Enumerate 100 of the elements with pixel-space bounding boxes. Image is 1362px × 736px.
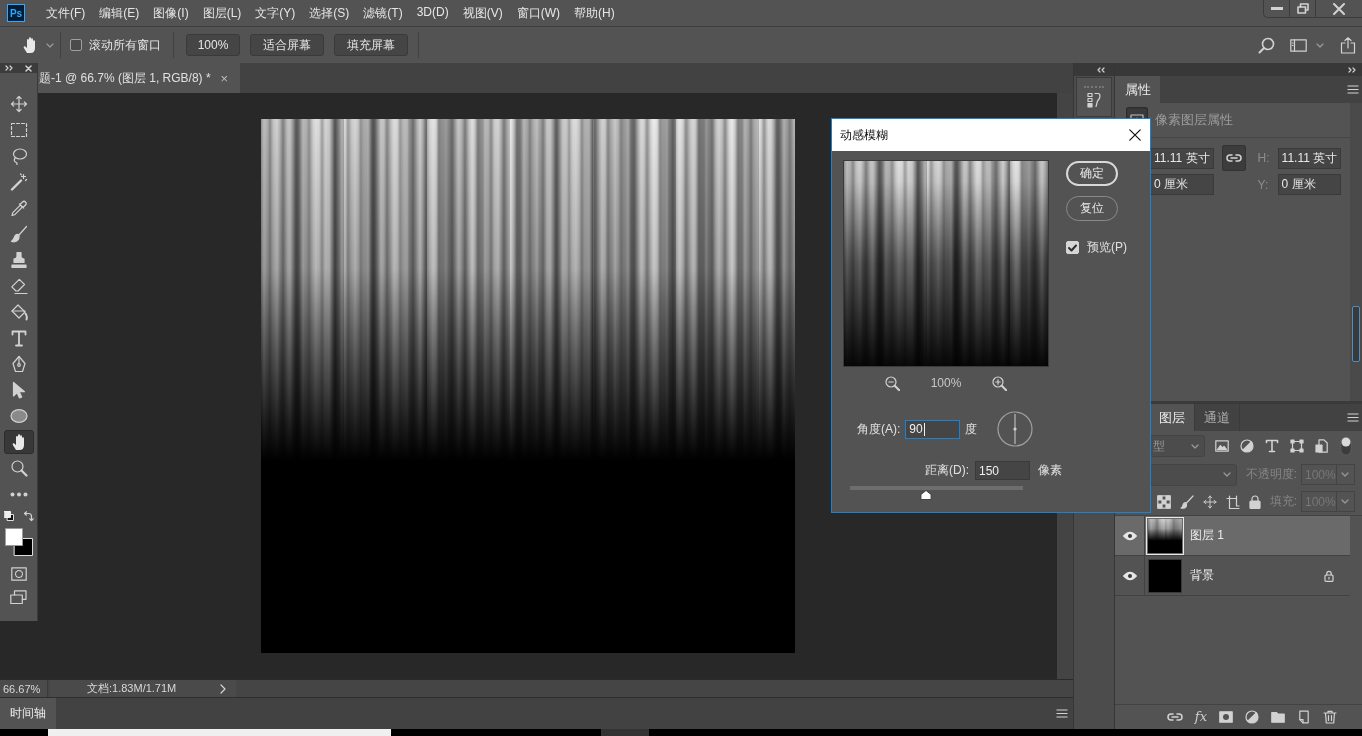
folder-icon[interactable] bbox=[1271, 711, 1285, 723]
document-tab[interactable]: 题-1 @ 66.7% (图层 1, RGB/8) * × bbox=[38, 63, 241, 93]
angle-dial[interactable] bbox=[997, 411, 1034, 447]
magic-wand-icon bbox=[9, 173, 28, 191]
caret-icon bbox=[1223, 472, 1231, 477]
double-chevron-icon[interactable] bbox=[1097, 66, 1105, 73]
close-button[interactable]: × bbox=[220, 70, 229, 86]
tool-button[interactable] bbox=[3, 430, 34, 454]
eye-icon[interactable] bbox=[1121, 570, 1138, 581]
search-icon[interactable] bbox=[1258, 36, 1275, 54]
move-icon[interactable] bbox=[1203, 494, 1217, 509]
trash-icon[interactable] bbox=[1323, 710, 1337, 724]
document-info: 文档:1.83M/1.71M bbox=[87, 681, 177, 696]
checkbox[interactable] bbox=[70, 39, 82, 51]
menu-icon[interactable] bbox=[1347, 413, 1359, 422]
dialog-button[interactable]: 确定 bbox=[1066, 161, 1118, 186]
brush-icon bbox=[9, 225, 28, 243]
toggle-icon[interactable] bbox=[1340, 436, 1352, 456]
effects-button[interactable]: fx bbox=[1194, 710, 1207, 724]
option-button[interactable]: 适合屏幕 bbox=[250, 34, 324, 56]
panel-tab[interactable]: 属性 bbox=[1115, 76, 1160, 103]
menu-item[interactable]: 图层(L) bbox=[202, 2, 242, 24]
paint-bucket-icon bbox=[9, 303, 28, 321]
menu-item[interactable]: 视图(V) bbox=[462, 2, 503, 24]
checkbox-label: 滚动所有窗口 bbox=[89, 36, 161, 54]
checkerboard-icon[interactable] bbox=[1157, 494, 1171, 509]
menu-item[interactable]: 编辑(E) bbox=[99, 2, 140, 24]
scrollbar-track[interactable] bbox=[1350, 103, 1362, 401]
taskbar-search-field[interactable] bbox=[48, 729, 391, 736]
double-chevron-icon[interactable] bbox=[1348, 66, 1356, 73]
layer-name: 背景 bbox=[1190, 567, 1214, 584]
quick-mask-icon[interactable] bbox=[10, 566, 27, 582]
eraser-icon bbox=[9, 277, 28, 295]
zoom-field[interactable]: 66.67% bbox=[0, 680, 48, 697]
caret-icon bbox=[46, 42, 54, 48]
close-icon[interactable] bbox=[25, 64, 32, 72]
menu-item[interactable]: 图像(I) bbox=[153, 2, 189, 24]
menu-item[interactable]: 文件(F) bbox=[46, 2, 86, 24]
screen-mode-icon[interactable] bbox=[10, 590, 27, 605]
distance-slider[interactable] bbox=[850, 486, 1023, 501]
eye-icon[interactable] bbox=[1121, 530, 1138, 541]
color-swatch-icon[interactable] bbox=[4, 528, 33, 556]
close-icon bbox=[1129, 129, 1141, 141]
transform-icon[interactable] bbox=[1290, 439, 1304, 453]
option-button[interactable]: 填充屏幕 bbox=[334, 34, 408, 56]
chevron-right-icon[interactable] bbox=[220, 683, 226, 694]
y-field[interactable]: 0 厘米 bbox=[1277, 174, 1342, 195]
lock-icon[interactable] bbox=[1324, 569, 1334, 582]
menu-item[interactable]: 选择(S) bbox=[309, 2, 350, 24]
tool-preset-button[interactable] bbox=[21, 36, 54, 54]
layer-row[interactable]: 图层 1 bbox=[1115, 516, 1350, 556]
caret-icon bbox=[1191, 443, 1199, 449]
default-colors-icon[interactable] bbox=[3, 511, 14, 521]
app-logo: Ps bbox=[7, 4, 25, 22]
new-layer-icon[interactable] bbox=[1297, 710, 1311, 724]
layer-row[interactable]: 背景 bbox=[1115, 556, 1350, 596]
panel-tab[interactable]: 通道 bbox=[1195, 404, 1240, 431]
zoom-out-icon[interactable] bbox=[884, 375, 900, 391]
height-field[interactable]: 11.11 英寸 bbox=[1277, 147, 1342, 169]
width-field[interactable]: 11.11 英寸 bbox=[1150, 147, 1214, 169]
menu-item[interactable]: 帮助(H) bbox=[574, 2, 615, 24]
menu-item[interactable]: 3D(D) bbox=[416, 2, 449, 24]
distance-input[interactable]: 150 bbox=[975, 461, 1030, 480]
history-button[interactable] bbox=[1076, 77, 1112, 117]
image-icon[interactable] bbox=[1215, 439, 1229, 453]
swap-arrows-icon[interactable] bbox=[22, 510, 34, 522]
dialog-button[interactable]: 复位 bbox=[1066, 196, 1118, 221]
option-button[interactable]: 100% bbox=[186, 34, 240, 56]
scrollbar-thumb[interactable] bbox=[1352, 306, 1360, 362]
angle-input[interactable]: 90 bbox=[905, 419, 961, 439]
zoom-level: 100% bbox=[930, 376, 962, 390]
dialog-title: 动感模糊 bbox=[840, 126, 888, 144]
type-icon[interactable] bbox=[1265, 439, 1279, 453]
close-button[interactable] bbox=[1129, 129, 1141, 141]
half-circle-icon[interactable] bbox=[1240, 439, 1254, 453]
checkbox[interactable] bbox=[1066, 241, 1079, 254]
menu-item[interactable]: 文字(Y) bbox=[255, 2, 296, 24]
unit-label: 度 bbox=[965, 420, 978, 438]
brush-icon[interactable] bbox=[1180, 494, 1194, 509]
double-chevron-icon[interactable] bbox=[5, 65, 13, 71]
share-icon[interactable] bbox=[1340, 36, 1356, 54]
history-icon bbox=[1087, 92, 1101, 108]
zoom-in-icon[interactable] bbox=[992, 375, 1008, 391]
document-icon[interactable] bbox=[1315, 439, 1329, 453]
panel-tab[interactable]: 时间轴 bbox=[0, 698, 56, 729]
workspace-button[interactable] bbox=[1290, 38, 1324, 52]
link-icon[interactable] bbox=[1166, 713, 1183, 721]
mask-icon[interactable] bbox=[1219, 711, 1233, 723]
menu-item[interactable]: 滤镜(T) bbox=[363, 2, 403, 24]
lock-icon[interactable] bbox=[1249, 494, 1261, 509]
link-button[interactable] bbox=[1221, 145, 1246, 171]
menu-icon[interactable] bbox=[1056, 709, 1068, 718]
x-field[interactable]: 0 厘米 bbox=[1150, 174, 1214, 195]
panel-tab[interactable]: 图层 bbox=[1150, 404, 1195, 431]
menu-item[interactable]: 窗口(W) bbox=[516, 2, 560, 24]
caret-icon bbox=[1341, 499, 1350, 504]
half-circle-icon[interactable] bbox=[1245, 710, 1259, 724]
frame-icon[interactable] bbox=[1226, 494, 1240, 509]
restore-icon bbox=[1296, 3, 1309, 14]
menu-icon[interactable] bbox=[1347, 85, 1359, 94]
